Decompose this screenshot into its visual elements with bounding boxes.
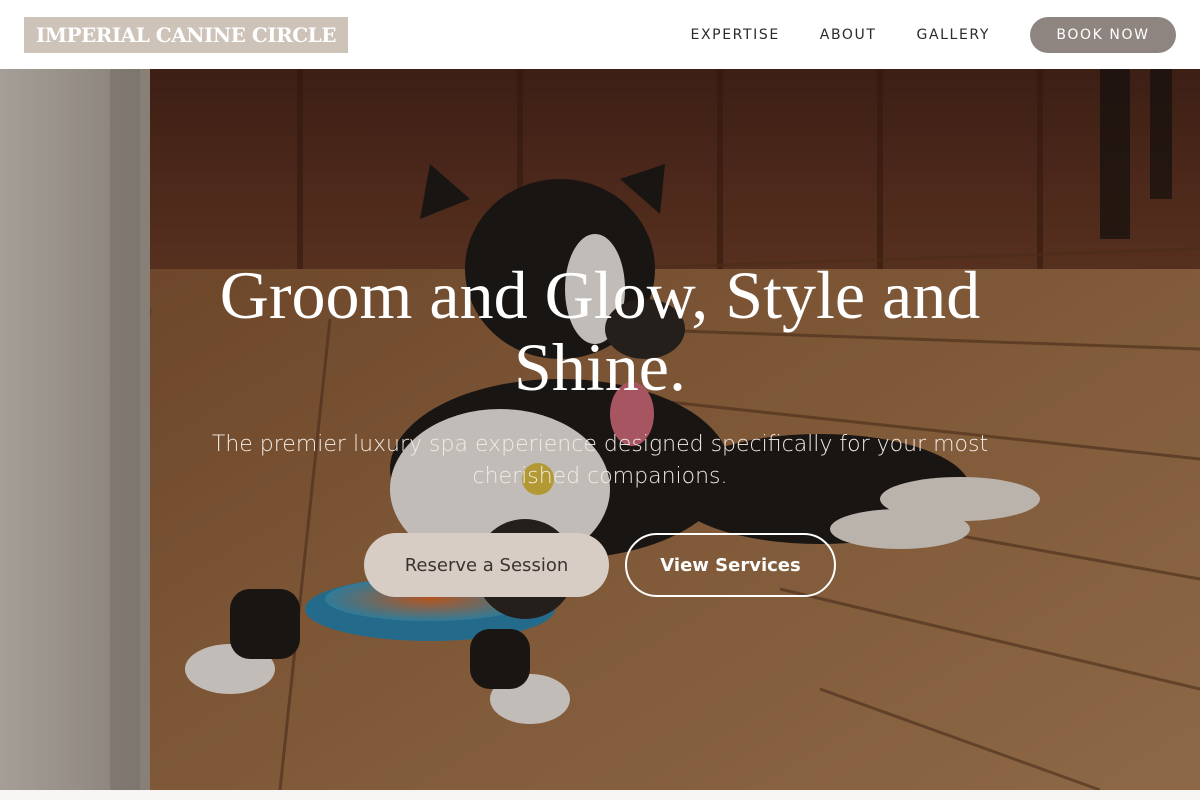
hero-content: Groom and Glow, Style and Shine. The pre… [0,69,1200,790]
reserve-session-button[interactable]: Reserve a Session [364,533,609,597]
page-bottom-strip [0,790,1200,800]
nav-link-about[interactable]: ABOUT [820,27,877,43]
main-nav: EXPERTISE ABOUT GALLERY BOOK NOW [651,16,1176,53]
brand-logo-text: IMPERIAL CANINE CIRCLE [36,22,336,47]
brand-logo[interactable]: IMPERIAL CANINE CIRCLE [24,16,348,53]
nav-link-expertise[interactable]: EXPERTISE [691,27,780,43]
hero-subtitle: The premier luxury spa experience design… [211,432,989,489]
hero-section: Groom and Glow, Style and Shine. The pre… [0,69,1200,790]
book-now-button[interactable]: BOOK NOW [1030,16,1176,53]
view-services-button[interactable]: View Services [625,533,836,597]
nav-link-gallery[interactable]: GALLERY [917,27,990,43]
site-header: IMPERIAL CANINE CIRCLE EXPERTISE ABOUT G… [0,0,1200,69]
hero-actions: Reserve a Session View Services [0,533,1200,597]
hero-title: Groom and Glow, Style and Shine. [219,257,981,405]
